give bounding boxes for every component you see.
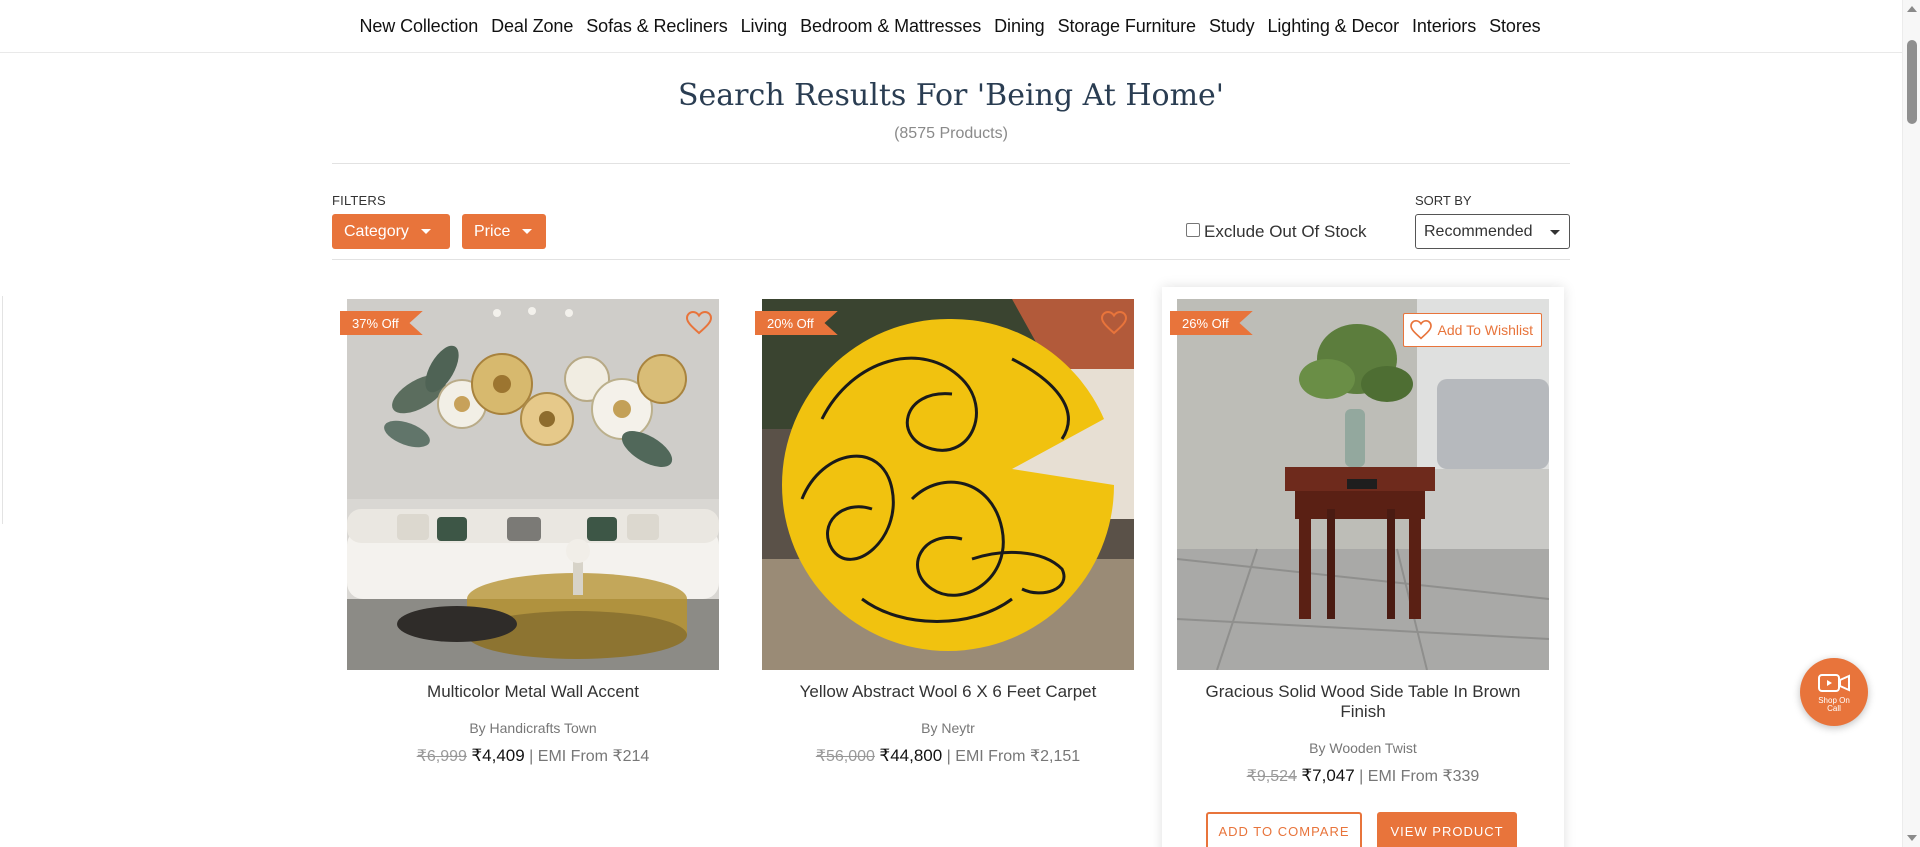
heart-icon (1409, 320, 1432, 340)
nav-item-stores[interactable]: Stores (1489, 16, 1541, 37)
nav-item-sofas-recliners[interactable]: Sofas & Recliners (586, 16, 727, 37)
product-card[interactable]: 26% Off Add To Wishlist Gracious Solid W… (1162, 287, 1564, 847)
exclude-out-of-stock-label: Exclude Out Of Stock (1204, 222, 1367, 241)
product-image[interactable] (762, 299, 1134, 670)
product-price: ₹44,800 (879, 746, 943, 765)
exclude-out-of-stock-toggle[interactable]: Exclude Out Of Stock (1186, 222, 1367, 242)
nav-item-deal-zone[interactable]: Deal Zone (491, 16, 573, 37)
product-mrp: ₹6,999 (416, 748, 467, 765)
nav-item-storage-furniture[interactable]: Storage Furniture (1058, 16, 1196, 37)
product-brand: By Wooden Twist (1309, 740, 1417, 756)
category-filter-label: Category (344, 222, 409, 240)
product-emi: | EMI From ₹339 (1359, 768, 1480, 785)
nav-item-new-collection[interactable]: New Collection (359, 16, 478, 37)
product-card[interactable]: 20% Off Yellow Abstract Wool 6 X 6 Feet … (747, 287, 1149, 847)
shop-on-call-button[interactable]: Shop On Call (1800, 658, 1868, 726)
sort-by-select[interactable]: Recommended (1415, 214, 1570, 249)
nav-item-dining[interactable]: Dining (994, 16, 1045, 37)
shop-on-call-label: Shop On Call (1818, 695, 1850, 713)
product-card[interactable]: 37% Off Multicolor Metal Wall Accent By … (332, 287, 734, 847)
main-nav: New Collection Deal Zone Sofas & Recline… (0, 0, 1902, 53)
divider (332, 259, 1570, 260)
product-title[interactable]: Gracious Solid Wood Side Table In Brown … (1192, 682, 1534, 722)
caret-down-icon (420, 229, 431, 234)
product-brand: By Neytr (921, 720, 975, 736)
product-brand: By Handicrafts Town (469, 720, 597, 736)
price-filter-label: Price (474, 222, 511, 240)
product-price-line: ₹56,000 ₹44,800 | EMI From ₹2,151 (762, 746, 1134, 766)
nav-item-study[interactable]: Study (1209, 16, 1255, 37)
scroll-down-arrow-icon[interactable] (1907, 835, 1917, 841)
caret-down-icon (1550, 230, 1560, 235)
side-panel-edge (0, 296, 3, 524)
divider (332, 163, 1570, 164)
price-filter-button[interactable]: Price (462, 214, 546, 249)
exclude-out-of-stock-checkbox[interactable] (1186, 223, 1200, 237)
nav-item-interiors[interactable]: Interiors (1412, 16, 1476, 37)
category-filter-button[interactable]: Category (332, 214, 450, 249)
product-title[interactable]: Yellow Abstract Wool 6 X 6 Feet Carpet (777, 682, 1119, 702)
scroll-thumb[interactable] (1907, 40, 1917, 124)
heart-icon[interactable] (686, 311, 712, 335)
product-mrp: ₹9,524 (1246, 768, 1297, 785)
product-emi: | EMI From ₹2,151 (946, 748, 1081, 765)
caret-down-icon (522, 229, 533, 234)
view-product-button[interactable]: VIEW PRODUCT (1377, 812, 1517, 847)
sort-by-label: SORT BY (1415, 193, 1472, 208)
product-price: ₹7,047 (1301, 766, 1355, 785)
add-to-wishlist-button[interactable]: Add To Wishlist (1402, 313, 1542, 347)
heart-icon[interactable] (1101, 311, 1127, 335)
product-price-line: ₹6,999 ₹4,409 | EMI From ₹214 (347, 746, 719, 766)
product-image[interactable] (347, 299, 719, 670)
nav-item-lighting-decor[interactable]: Lighting & Decor (1268, 16, 1400, 37)
sort-selected-value: Recommended (1424, 222, 1533, 240)
product-emi: | EMI From ₹214 (529, 748, 650, 765)
filters-label: FILTERS (332, 193, 386, 208)
product-price: ₹4,409 (471, 746, 525, 765)
product-mrp: ₹56,000 (815, 748, 875, 765)
results-count: (8575 Products) (894, 125, 1008, 142)
page-title: Search Results For 'Being At Home' (677, 78, 1225, 113)
nav-item-bedroom-mattresses[interactable]: Bedroom & Mattresses (800, 16, 981, 37)
add-to-compare-button[interactable]: ADD TO COMPARE (1206, 812, 1362, 847)
product-title[interactable]: Multicolor Metal Wall Accent (362, 682, 704, 702)
product-price-line: ₹9,524 ₹7,047 | EMI From ₹339 (1177, 766, 1549, 786)
product-image[interactable] (1177, 299, 1549, 670)
video-camera-icon (1818, 673, 1850, 692)
page-scrollbar[interactable] (1902, 0, 1920, 847)
nav-item-living[interactable]: Living (741, 16, 788, 37)
add-to-wishlist-label: Add To Wishlist (1437, 322, 1533, 338)
scroll-up-arrow-icon[interactable] (1907, 6, 1917, 12)
